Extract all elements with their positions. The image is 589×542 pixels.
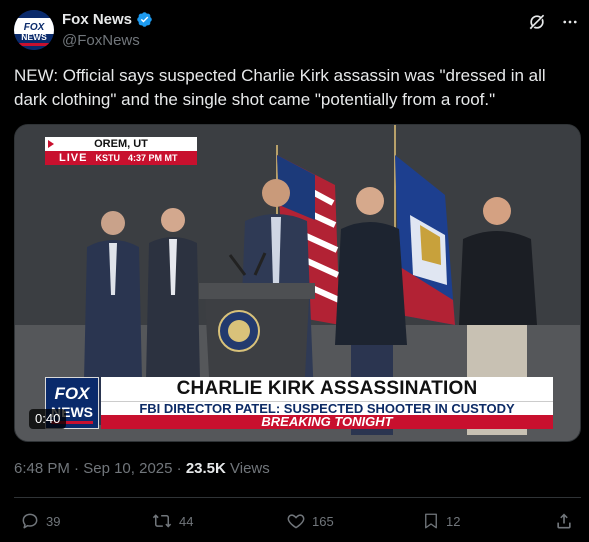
verified-badge-icon (137, 12, 152, 27)
lower-third: FOX NEWS CHARLIE KIRK ASSASSINATION FBI … (45, 377, 553, 429)
divider (14, 497, 581, 498)
tweet-header: FOX NEWS Fox News @FoxNews (14, 8, 579, 52)
headline: CHARLIE KIRK ASSASSINATION (101, 377, 553, 401)
tweet-meta: 6:48 PM · Sep 10, 2025 · 23.5K Views (14, 460, 270, 477)
name-row: Fox News (62, 11, 153, 28)
video-player[interactable]: OREM, UT LIVE KSTU 4:37 PM MT FOX NEWS C… (14, 124, 581, 442)
local-time-label: 4:37 PM MT (127, 153, 178, 163)
bookmark-count: 12 (446, 513, 461, 529)
logo-fox-text: FOX (55, 384, 92, 403)
bookmark-button[interactable]: 12 (422, 506, 460, 536)
repost-icon (152, 514, 172, 528)
more-options-icon[interactable] (561, 13, 579, 31)
tweet-text: NEW: Official says suspected Charlie Kir… (14, 66, 546, 109)
tweet-date[interactable]: Sep 10, 2025 (83, 460, 172, 477)
share-button[interactable] (554, 506, 574, 536)
live-label: LIVE (59, 152, 88, 164)
subheadline: FBI DIRECTOR PATEL: SUSPECTED SHOOTER IN… (101, 401, 553, 416)
reply-icon (22, 513, 38, 529)
like-count: 165 (312, 513, 334, 529)
header-icons (527, 12, 579, 32)
meta-separator-1: · (74, 460, 80, 477)
location-graphic: OREM, UT LIVE KSTU 4:37 PM MT (45, 137, 197, 165)
fox-news-logo-icon: FOX NEWS (14, 10, 54, 50)
live-bar: LIVE KSTU 4:37 PM MT (45, 151, 197, 165)
station-label: KSTU (95, 153, 120, 163)
action-bar: 39 44 165 12 (14, 506, 581, 536)
repost-count: 44 (179, 513, 194, 529)
heart-icon (287, 514, 305, 529)
views-label: Views (230, 460, 270, 477)
repost-button[interactable]: 44 (151, 506, 193, 536)
grok-icon[interactable] (527, 12, 547, 32)
reply-button[interactable]: 39 (20, 506, 60, 536)
share-icon (557, 513, 571, 529)
meta-separator-2: · (176, 460, 182, 477)
breaking-banner: BREAKING TONIGHT (101, 415, 553, 429)
svg-text:NEWS: NEWS (21, 32, 47, 42)
reply-count: 39 (46, 513, 61, 529)
tweet-time[interactable]: 6:48 PM (14, 460, 70, 477)
like-button[interactable]: 165 (286, 506, 334, 536)
handle[interactable]: @FoxNews (62, 32, 140, 49)
views-count[interactable]: 23.5K (186, 460, 226, 477)
avatar[interactable]: FOX NEWS (14, 10, 54, 50)
display-name[interactable]: Fox News (62, 11, 132, 28)
video-duration: 0:40 (29, 409, 67, 429)
location-label: OREM, UT (45, 137, 197, 151)
bookmark-icon (425, 513, 437, 529)
